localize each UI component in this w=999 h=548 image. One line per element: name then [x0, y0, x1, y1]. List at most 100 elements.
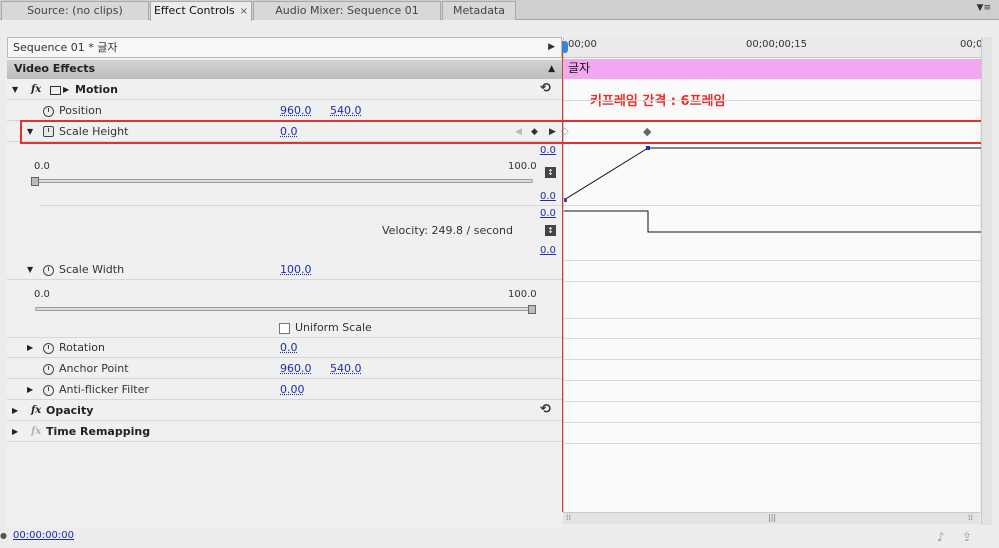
row-divider [564, 401, 981, 402]
expand-triangle-icon[interactable]: ▼ [27, 260, 33, 280]
tab-source[interactable]: Source: (no clips) [1, 1, 149, 20]
keyframe-graph [564, 146, 981, 233]
scale-width-slider-area: 0.0 100.0 [7, 281, 562, 321]
scale-height-value-graph-controls: 0.0 0.0 100.0 ↕ 0.0 [7, 143, 562, 205]
tab-metadata[interactable]: Metadata [442, 1, 516, 20]
row-divider [564, 338, 981, 339]
time-ruler[interactable]: 00;00 00;00;00;15 00;0 [564, 37, 983, 58]
scale-height-velocity-graph-controls: 0.0 Velocity: 249.8 / second ↕ 0.0 [7, 206, 562, 260]
playhead-handle[interactable] [562, 41, 568, 53]
timecode-start: 00;00 [568, 39, 597, 50]
property-row-position: Position 960.0 540.0 [7, 101, 562, 121]
export-icon[interactable]: ⇪ [962, 530, 972, 544]
graph-bottom-value: 0.0 [540, 191, 556, 202]
graph-fit-icon[interactable]: ↕ [545, 167, 556, 178]
motion-arrow-icon: ▶ [63, 85, 70, 94]
property-label-position: Position [59, 104, 102, 117]
playhead-line[interactable] [562, 41, 563, 512]
location-marker-icon: ● [0, 531, 7, 540]
rotation-value[interactable]: 0.0 [280, 338, 298, 358]
position-x-value[interactable]: 960.0 [280, 101, 312, 121]
sequence-title: Sequence 01 * 글자 [13, 41, 118, 54]
vertical-scrollbar[interactable] [981, 37, 992, 525]
slider-thumb[interactable] [528, 305, 536, 314]
row-divider [564, 443, 981, 444]
effect-controls-panel: Sequence 01 * 글자 ▶ Video Effects ▲ ▼ fx … [7, 37, 562, 528]
current-timecode[interactable]: 00:00:00:00 [13, 530, 74, 541]
velocity-top-value: 0.0 [540, 208, 556, 219]
scroll-grip-icon[interactable]: ⁞⁞ [968, 513, 973, 522]
position-y-value[interactable]: 540.0 [330, 101, 362, 121]
expand-triangle-icon[interactable]: ▼ [12, 80, 18, 100]
fx-icon: fx [31, 426, 42, 437]
expand-triangle-icon[interactable]: ▶ [12, 401, 18, 421]
effect-row-motion[interactable]: ▼ fx ▶ Motion ⟲ [7, 80, 562, 100]
slider-thumb[interactable] [31, 177, 39, 186]
annotation-highlight-box [20, 120, 990, 144]
row-divider [564, 281, 981, 282]
close-icon[interactable]: × [240, 6, 248, 17]
row-divider [564, 318, 981, 319]
row-divider [564, 422, 981, 423]
stopwatch-icon[interactable] [43, 364, 54, 375]
scroll-grip-icon[interactable]: ⁞⁞ [566, 513, 571, 522]
slider-min-label: 0.0 [34, 289, 50, 300]
timecode-end: 00;0 [960, 39, 983, 50]
expand-triangle-icon[interactable]: ▶ [27, 380, 33, 400]
collapse-up-icon[interactable]: ▲ [548, 60, 555, 78]
scale-height-slider[interactable] [35, 179, 533, 183]
timecode-mid: 00;00;00;15 [746, 39, 808, 50]
graph-handle[interactable] [646, 146, 650, 150]
expand-triangle-icon[interactable]: ▶ [12, 422, 18, 442]
fx-icon[interactable]: fx [31, 80, 41, 100]
scale-width-slider[interactable] [35, 307, 533, 311]
tab-source-label: Source: (no clips) [27, 4, 123, 17]
slider-min-label: 0.0 [34, 161, 50, 172]
stopwatch-icon[interactable] [43, 106, 54, 117]
tab-effect-controls-label: Effect Controls [153, 4, 235, 17]
scale-width-value[interactable]: 100.0 [280, 260, 312, 280]
video-effects-header[interactable]: Video Effects ▲ [7, 60, 562, 79]
expand-triangle-icon[interactable]: ▶ [27, 338, 33, 358]
play-audio-icon[interactable]: ♪ [937, 530, 945, 544]
stopwatch-icon[interactable] [43, 265, 54, 276]
effect-row-time-remapping[interactable]: ▶ fx Time Remapping [7, 422, 562, 442]
graph-fit-icon[interactable]: ↕ [545, 225, 556, 236]
effect-row-opacity[interactable]: ▶ fx Opacity ⟲ [7, 401, 562, 421]
play-arrow-icon[interactable]: ▶ [548, 38, 555, 57]
velocity-bottom-value: 0.0 [540, 245, 556, 256]
tab-audio-mixer[interactable]: Audio Mixer: Sequence 01 [253, 1, 441, 20]
graph-handle[interactable] [564, 198, 567, 202]
graph-top-value: 0.0 [540, 145, 556, 156]
row-divider [564, 100, 981, 101]
uniform-scale-row: Uniform Scale [7, 318, 562, 338]
anti-flicker-value[interactable]: 0.00 [280, 380, 305, 400]
uniform-scale-checkbox[interactable] [279, 323, 290, 334]
sequence-header: Sequence 01 * 글자 ▶ [7, 37, 562, 58]
property-row-anti-flicker: ▶ Anti-flicker Filter 0.00 [7, 380, 562, 400]
panel-menu-icon[interactable]: ▼≡ [977, 3, 991, 13]
reset-icon[interactable]: ⟲ [540, 400, 551, 420]
tab-audio-mixer-label: Audio Mixer: Sequence 01 [275, 4, 419, 17]
slider-max-label: 100.0 [508, 289, 537, 300]
stopwatch-icon[interactable] [43, 385, 54, 396]
tab-metadata-label: Metadata [452, 4, 506, 17]
tab-effect-controls[interactable]: Effect Controls × [150, 1, 252, 21]
transform-box-icon[interactable] [50, 86, 61, 95]
scroll-grip-icon[interactable]: ||| [768, 513, 776, 522]
anchor-y-value[interactable]: 540.0 [330, 359, 362, 379]
stopwatch-icon[interactable] [43, 343, 54, 354]
effect-label-motion: Motion [75, 83, 118, 96]
velocity-graph-line [564, 210, 981, 233]
clip-bar[interactable]: 글자 [564, 59, 981, 79]
keyframe-timeline[interactable]: 00;00 00;00;00;15 00;0 글자 키프레임 간격 : 6프레임… [561, 37, 983, 512]
slider-max-label: 100.0 [508, 161, 537, 172]
fx-icon[interactable]: fx [31, 401, 41, 421]
value-graph-ramp [564, 147, 649, 201]
reset-icon[interactable]: ⟲ [540, 79, 551, 99]
effect-label-opacity: Opacity [46, 404, 94, 417]
row-divider [564, 380, 981, 381]
property-label-anchor-point: Anchor Point [59, 362, 129, 375]
horizontal-scrollbar[interactable]: ⁞⁞ ||| ⁞⁞ [563, 512, 980, 524]
anchor-x-value[interactable]: 960.0 [280, 359, 312, 379]
